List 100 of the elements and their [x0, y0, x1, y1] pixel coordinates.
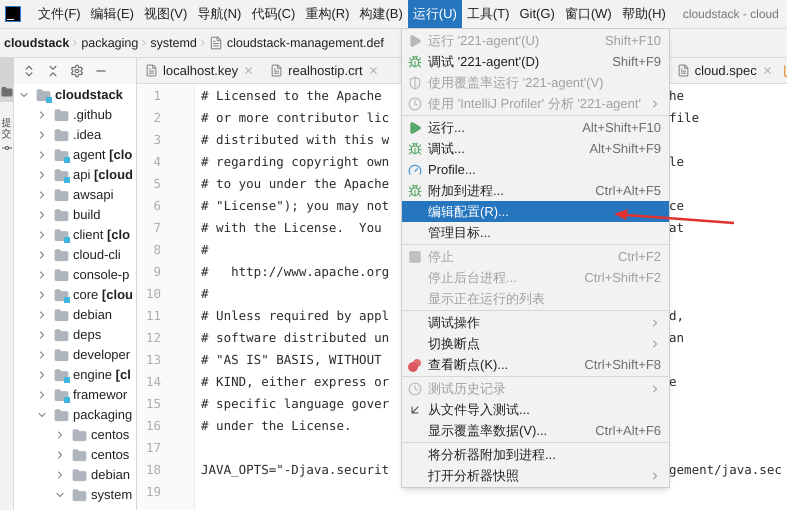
play-icon [408, 34, 422, 48]
code-line: # "License"); you may not [201, 198, 390, 213]
bug-icon [408, 142, 422, 156]
close-icon[interactable] [243, 65, 254, 76]
code-line: ce [669, 198, 684, 213]
menu-entry[interactable]: 从文件导入测试... [402, 399, 669, 420]
menu-entry[interactable]: 将分析器附加到进程... [402, 444, 669, 465]
tree-item[interactable]: build [73, 205, 100, 225]
tree-item[interactable]: system [91, 485, 132, 505]
tree-item[interactable]: framewor [73, 385, 128, 405]
folder-icon [0, 86, 12, 98]
close-icon[interactable] [368, 65, 379, 76]
menu-entry[interactable]: 显示覆盖率数据(V)... Ctrl+Alt+F6 [402, 420, 669, 441]
menu-item[interactable]: 帮助(H) [616, 0, 671, 28]
line-number: 2 [153, 109, 162, 127]
line-number: 13 [146, 351, 162, 369]
menu-item[interactable]: 运行(U) [408, 0, 462, 28]
breadcrumb-item[interactable]: cloudstack [4, 34, 70, 52]
menu-entry[interactable]: 运行... Alt+Shift+F10 [402, 117, 669, 138]
editor-tab[interactable]: cloud.spec [668, 58, 781, 84]
settings-icon[interactable] [70, 64, 84, 78]
tree-item[interactable]: client [clo [73, 225, 130, 245]
menu-entry[interactable]: 编辑配置(R)... [402, 201, 669, 222]
line-number: 6 [153, 197, 162, 215]
menu-item[interactable]: 代码(C) [246, 0, 300, 28]
menu-item[interactable]: 构建(B) [354, 0, 408, 28]
code-line: e [669, 374, 677, 389]
window-title: cloudstack - cloud [682, 6, 779, 23]
menu-item[interactable]: 重构(R) [300, 0, 354, 28]
line-number: 19 [146, 483, 162, 501]
line-number: 10 [146, 285, 162, 303]
menu-item[interactable]: 导航(N) [192, 0, 246, 28]
file-icon [208, 36, 223, 50]
menu-entry[interactable]: 调试操作 [402, 312, 669, 333]
line-number: 3 [153, 131, 162, 149]
tree-item[interactable]: .github [73, 105, 112, 125]
code-line: gement/java.sec [669, 462, 782, 477]
shortcut-label: Alt+Shift+F10 [582, 118, 661, 137]
menu-entry[interactable]: 调试 '221-agent'(D) Shift+F9 [402, 51, 669, 72]
tree-item[interactable]: developer [73, 345, 130, 365]
app-logo-icon [5, 6, 21, 22]
tree-item[interactable]: cloud-cli [73, 245, 121, 265]
menu-entry[interactable]: 打开分析器快照 [402, 465, 669, 486]
menu-entry[interactable]: Profile... [402, 159, 669, 180]
breadcrumb-item[interactable]: cloudstack-management.def [226, 34, 384, 52]
tree-item[interactable]: api [cloud [73, 165, 133, 185]
tree-item[interactable]: console-p [73, 265, 130, 285]
code-line: d, [669, 308, 684, 323]
line-number: 11 [146, 307, 162, 325]
file-icon [270, 64, 284, 77]
tree-item[interactable]: .idea [73, 125, 102, 145]
menu-item[interactable]: 编辑(E) [86, 0, 139, 28]
menu-entry[interactable]: 管理目标... [402, 222, 669, 243]
menu-entry[interactable]: 调试... Alt+Shift+F9 [402, 138, 669, 159]
commit-tool-label[interactable]: 提交 [2, 118, 12, 140]
menu-item[interactable]: Git(G) [514, 0, 560, 28]
menu-entry[interactable]: 查看断点(K)... Ctrl+Shift+F8 [402, 354, 669, 375]
code-line: an [669, 330, 684, 345]
tree-item[interactable]: debian [73, 305, 112, 325]
stop-icon [408, 250, 422, 264]
tree-item[interactable]: cloudstack [55, 85, 123, 105]
tree-item[interactable]: agent [clo [73, 145, 132, 165]
breadcrumb-item[interactable]: systemd [150, 34, 197, 52]
shortcut-label: Ctrl+F2 [618, 248, 661, 266]
code-line: # [201, 242, 209, 257]
code-line: # KIND, either express or [201, 374, 390, 389]
menu-entry[interactable]: 附加到进程... Ctrl+Alt+F5 [402, 180, 669, 201]
line-number: 14 [146, 373, 162, 391]
profiler-icon [408, 96, 422, 110]
menu-item[interactable]: 窗口(W) [560, 0, 617, 28]
menu-item[interactable]: 视图(V) [138, 0, 192, 28]
breakpoints-icon [408, 358, 422, 372]
code-line: # Unless required by appl [201, 308, 390, 323]
tree-item[interactable]: debian [91, 465, 130, 485]
code-line: # to you under the Apache [201, 176, 390, 191]
tree-item[interactable]: centos [91, 425, 130, 445]
menu-entry[interactable]: 切换断点 [402, 333, 669, 354]
editor-tab[interactable]: realhostip.crt [262, 58, 387, 84]
tree-item[interactable]: centos [91, 445, 130, 465]
code-line: # "AS IS" BASIS, WITHOUT [201, 352, 382, 367]
tree-item[interactable]: awsapi [73, 185, 114, 205]
close-icon[interactable] [762, 65, 773, 76]
project-tool-button[interactable] [0, 58, 14, 102]
play-icon [408, 120, 422, 134]
code-line: le [669, 154, 684, 169]
tree-item[interactable]: core [clou [73, 285, 133, 305]
menu-item[interactable]: 工具(T) [462, 0, 514, 28]
code-line: # with the License. You [201, 220, 382, 235]
tree-item[interactable]: packaging [73, 405, 132, 425]
line-number: 15 [146, 395, 162, 413]
shortcut-label: Alt+Shift+F9 [589, 140, 661, 158]
line-number: 5 [153, 175, 162, 193]
tree-item[interactable]: deps [73, 325, 102, 345]
code-line: # [201, 286, 209, 301]
clock-icon [408, 382, 422, 396]
editor-tab[interactable]: localhost.key [137, 58, 262, 84]
tree-item[interactable]: engine [cl [73, 365, 131, 385]
menu-item[interactable]: 文件(F) [33, 0, 86, 28]
line-number: 18 [146, 461, 162, 479]
breadcrumb-item[interactable]: packaging [81, 34, 138, 52]
